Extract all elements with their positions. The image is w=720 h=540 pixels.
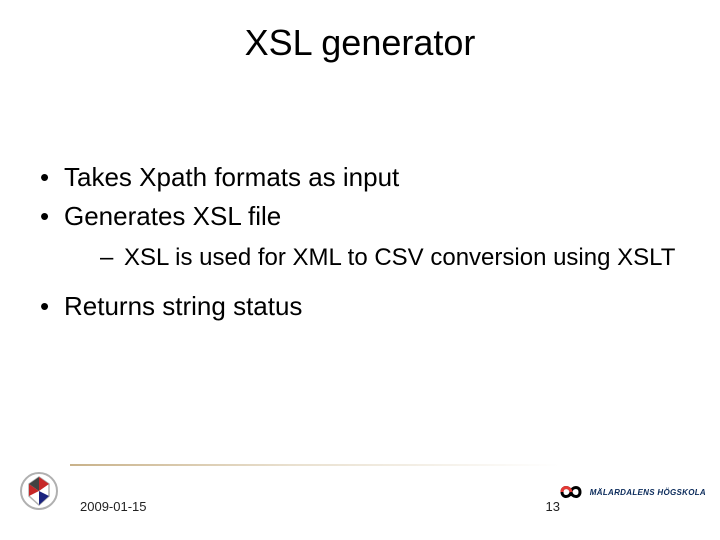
sub-bullet-list: XSL is used for XML to CSV conversion us…	[64, 242, 690, 274]
bullet-item: Generates XSL file XSL is used for XML t…	[34, 199, 690, 274]
slide-title: XSL generator	[0, 22, 720, 64]
shield-icon	[18, 470, 60, 512]
bullet-item: Returns string status	[34, 289, 690, 324]
content-area: Takes Xpath formats as input Generates X…	[34, 160, 690, 328]
bullet-list: Takes Xpath formats as input Generates X…	[34, 160, 690, 324]
fer-logo	[18, 470, 60, 512]
bullet-text: Generates XSL file	[64, 201, 281, 231]
footer: 2009-01-15 13 MÄLARDALENS HÖGSKOLA	[0, 460, 720, 520]
infinity-icon	[556, 478, 586, 506]
logo-text: MÄLARDALENS HÖGSKOLA	[590, 488, 706, 497]
slide: XSL generator Takes Xpath formats as inp…	[0, 0, 720, 540]
footer-date: 2009-01-15	[80, 499, 147, 514]
sub-bullet-item: XSL is used for XML to CSV conversion us…	[64, 242, 690, 274]
malardalens-logo: MÄLARDALENS HÖGSKOLA	[556, 474, 706, 510]
footer-divider	[70, 464, 560, 466]
bullet-item: Takes Xpath formats as input	[34, 160, 690, 195]
